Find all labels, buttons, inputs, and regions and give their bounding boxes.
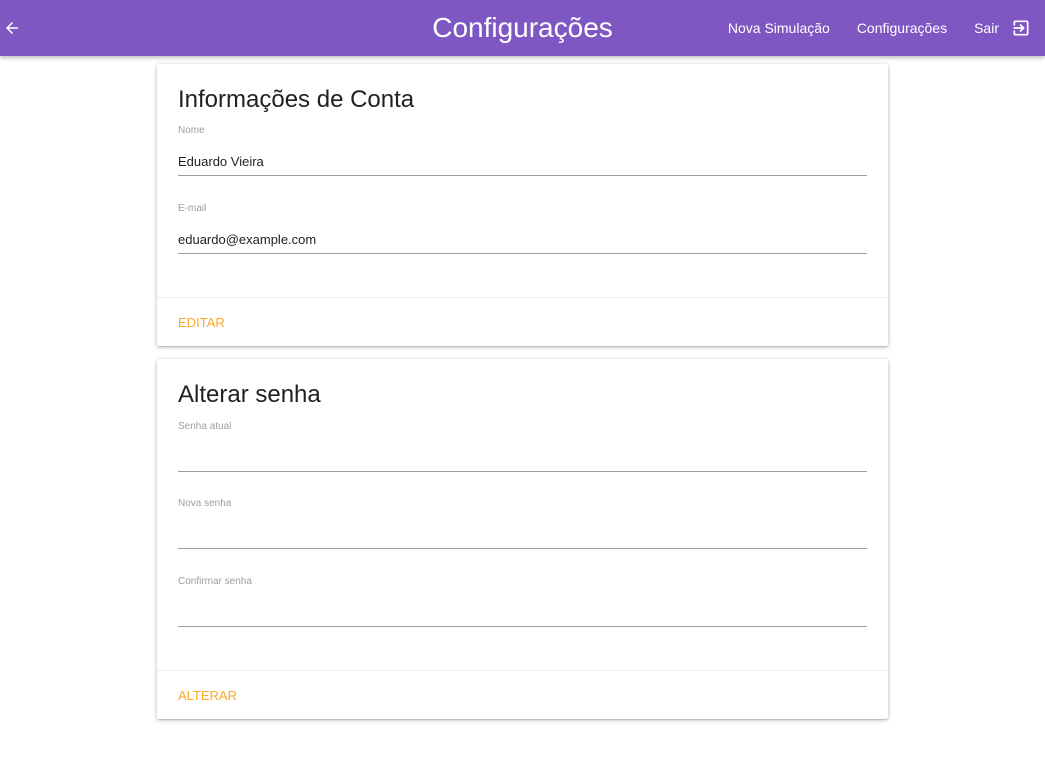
- confirm-password-field: Confirmar senha: [178, 576, 867, 627]
- card-divider: [157, 670, 888, 671]
- card-divider: [157, 297, 888, 298]
- password-card-title: Alterar senha: [178, 381, 321, 408]
- current-password-input[interactable]: [178, 443, 867, 472]
- email-input[interactable]: [178, 225, 867, 254]
- nav-new-simulation[interactable]: Nova Simulação: [728, 20, 830, 36]
- current-password-label: Senha atual: [178, 421, 232, 432]
- confirm-password-label: Confirmar senha: [178, 576, 252, 587]
- new-password-label: Nova senha: [178, 498, 232, 509]
- logout-button[interactable]: Sair: [974, 18, 1031, 38]
- change-password-card: Alterar senha Senha atual Nova senha Con…: [157, 359, 888, 719]
- name-field: Nome: [178, 125, 867, 176]
- logout-label: Sair: [974, 20, 999, 36]
- top-nav: Nova Simulação Configurações Sair: [728, 0, 1031, 56]
- new-password-field: Nova senha: [178, 498, 867, 549]
- current-password-field: Senha atual: [178, 421, 867, 472]
- confirm-password-input[interactable]: [178, 598, 867, 627]
- nav-settings[interactable]: Configurações: [857, 20, 947, 36]
- exit-icon: [1011, 18, 1031, 38]
- back-button[interactable]: [0, 12, 24, 44]
- change-password-button[interactable]: ALTERAR: [178, 688, 237, 703]
- account-info-card: Informações de Conta Nome E-mail EDITAR: [157, 64, 888, 346]
- edit-button[interactable]: EDITAR: [178, 315, 225, 330]
- name-input[interactable]: [178, 147, 867, 176]
- arrow-left-icon: [6, 22, 18, 34]
- app-bar: Configurações Nova Simulação Configuraçõ…: [0, 0, 1045, 56]
- name-label: Nome: [178, 125, 205, 136]
- email-label: E-mail: [178, 203, 207, 214]
- new-password-input[interactable]: [178, 520, 867, 549]
- account-card-title: Informações de Conta: [178, 86, 415, 113]
- email-field: E-mail: [178, 203, 867, 254]
